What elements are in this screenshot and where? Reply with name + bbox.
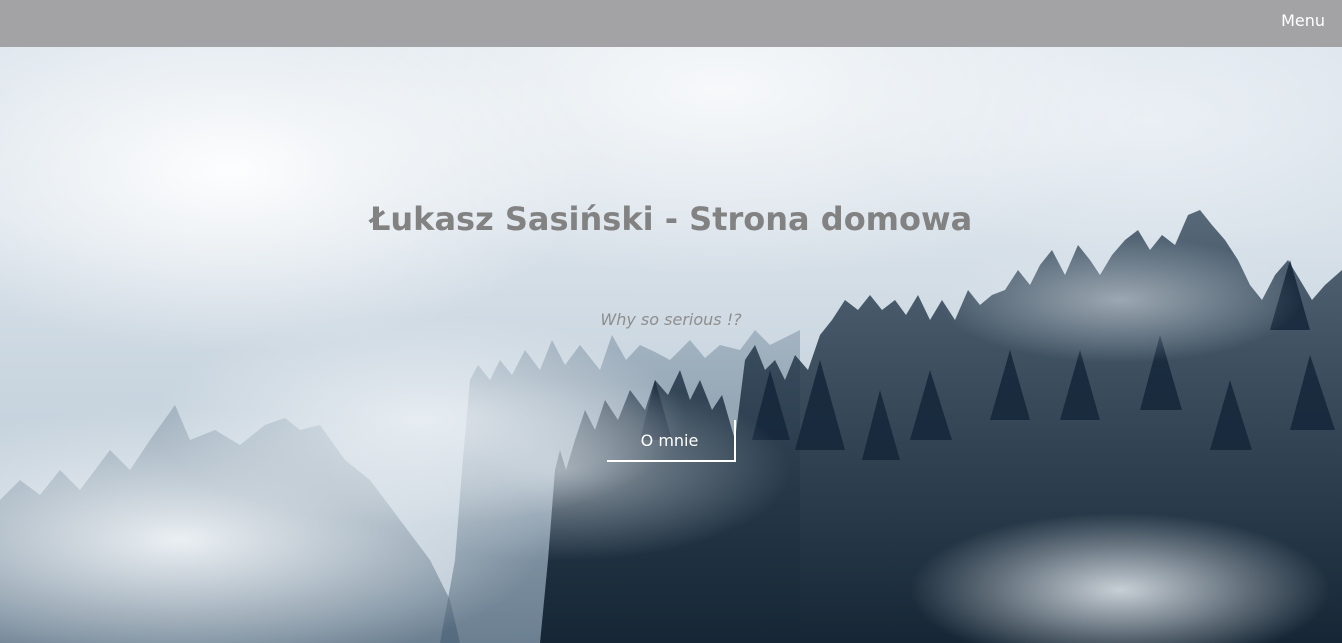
menu-button[interactable]: Menu: [1281, 11, 1325, 31]
hero-subtitle: Why so serious !?: [600, 310, 742, 329]
page-title: Łukasz Sasiński - Strona domowa: [369, 200, 973, 238]
about-me-button[interactable]: O mnie: [607, 420, 736, 462]
home-page: Menu Łukasz Sasiński - Strona domowa Why…: [0, 0, 1342, 643]
top-navbar: Menu: [0, 0, 1342, 47]
